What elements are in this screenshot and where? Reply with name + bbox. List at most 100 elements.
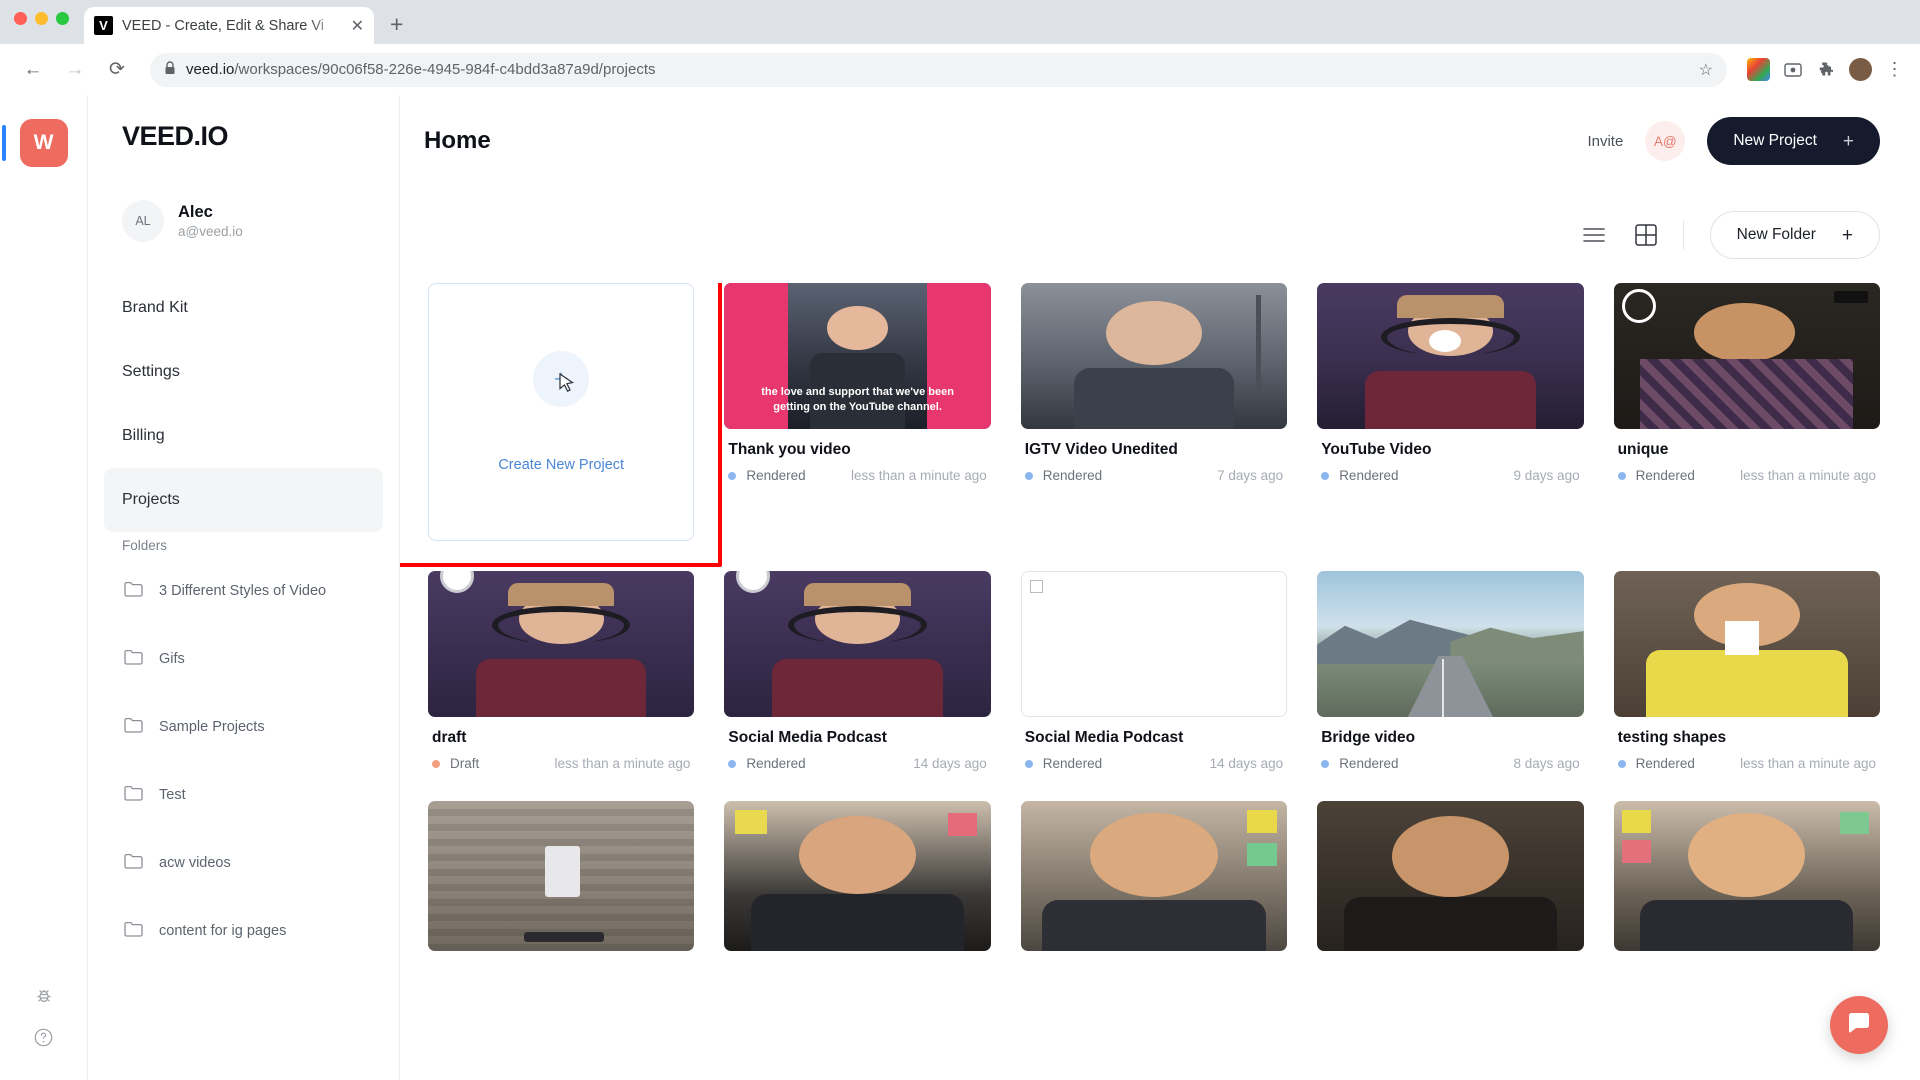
project-thumbnail: the love and support that we've been gett… — [724, 283, 991, 429]
project-card[interactable]: Bridge video Rendered 8 days ago — [1317, 571, 1584, 771]
extension-colorful-icon[interactable] — [1747, 58, 1770, 81]
extension-capture-icon[interactable] — [1781, 58, 1804, 81]
rail-bottom-icons — [33, 985, 54, 1048]
project-card[interactable]: Social Media Podcast Rendered 14 days ag… — [724, 571, 991, 771]
project-status-row: Draft less than a minute ago — [432, 756, 690, 771]
sidebar-folder-item[interactable]: content for ig pages — [104, 897, 383, 965]
project-thumbnail — [1020, 801, 1288, 951]
folder-label: Gifs — [159, 651, 185, 667]
browser-toolbar: ← → ⟳ veed.io/workspaces/90c06f58-226e-4… — [0, 44, 1920, 95]
sidebar-folder-item[interactable]: acw videos — [104, 829, 383, 897]
sidebar-folder-item[interactable]: Gifs — [104, 625, 383, 693]
minimize-window-button[interactable] — [35, 12, 48, 25]
help-icon[interactable] — [33, 1027, 54, 1048]
project-thumbnail — [1317, 283, 1584, 429]
sidebar-item-projects[interactable]: Projects — [104, 468, 383, 532]
page-title: Home — [424, 127, 491, 154]
back-button[interactable]: ← — [14, 51, 52, 89]
create-card-inner[interactable]: + Create New Project — [428, 283, 695, 541]
project-thumbnail — [428, 801, 695, 951]
toolbar-divider — [1682, 220, 1684, 250]
new-project-label: New Project — [1733, 132, 1817, 149]
close-window-button[interactable] — [14, 12, 27, 25]
profile-avatar[interactable] — [1849, 58, 1872, 81]
project-card[interactable]: testing shapes Rendered less than a minu… — [1613, 571, 1880, 771]
project-meta: YouTube Video Rendered 9 days ago — [1317, 429, 1583, 483]
sidebar-item-label: Settings — [122, 363, 180, 380]
project-card[interactable]: Social Media Podcast Rendered 14 days ag… — [1020, 571, 1288, 771]
sidebar-folder-item[interactable]: 3 Different Styles of Video — [104, 557, 383, 625]
sidebar-item-billing[interactable]: Billing — [104, 404, 383, 468]
view-toolbar: New Folder + — [400, 187, 1920, 283]
folder-icon — [124, 717, 143, 737]
project-timestamp: 9 days ago — [1513, 468, 1580, 483]
new-project-button[interactable]: New Project + — [1707, 117, 1880, 165]
chat-support-button[interactable] — [1830, 996, 1888, 1054]
project-status-row: Rendered 7 days ago — [1024, 468, 1283, 483]
folder-label: content for ig pages — [159, 923, 287, 939]
sidebar-folder-item[interactable]: Test — [104, 761, 383, 829]
project-timestamp: 14 days ago — [1209, 756, 1284, 771]
grid-view-icon[interactable] — [1634, 224, 1657, 246]
folder-label: acw videos — [159, 855, 231, 871]
project-status-row: Rendered less than a minute ago — [728, 468, 987, 483]
project-thumbnail — [1613, 571, 1880, 717]
folder-label: 3 Different Styles of Video — [159, 583, 327, 599]
workspace-rail: W — [0, 95, 88, 1080]
project-card[interactable] — [1613, 801, 1880, 951]
close-tab-icon[interactable]: ✕ — [351, 16, 364, 36]
extensions-puzzle-icon[interactable] — [1815, 58, 1838, 81]
project-status-row: Rendered less than a minute ago — [1617, 468, 1876, 483]
list-view-icon[interactable] — [1582, 227, 1605, 243]
status-dot — [1024, 471, 1033, 480]
sidebar-folder-item[interactable]: Sample Projects — [104, 693, 383, 761]
address-bar[interactable]: veed.io/workspaces/90c06f58-226e-4945-98… — [150, 52, 1727, 87]
project-thumbnail — [1317, 571, 1584, 717]
new-tab-button[interactable]: + — [390, 11, 403, 44]
create-new-project-card[interactable]: + Create New Project — [400, 283, 723, 567]
status-badge: Rendered — [746, 756, 806, 771]
status-dot — [432, 759, 440, 768]
project-card[interactable]: draft Draft less than a minute ago — [428, 571, 695, 771]
invite-button[interactable]: Invite — [1587, 133, 1623, 150]
user-name: Alec — [178, 202, 213, 221]
project-card[interactable] — [1317, 801, 1584, 951]
reload-button[interactable]: ⟳ — [98, 51, 136, 89]
workspace-badge[interactable]: W — [1, 119, 68, 167]
project-card[interactable] — [428, 801, 695, 951]
tab-strip: V VEED - Create, Edit & Share Vi ✕ + — [0, 0, 1920, 44]
sidebar-item-settings[interactable]: Settings — [104, 340, 383, 404]
bookmark-star-icon[interactable]: ☆ — [1699, 60, 1713, 80]
project-card[interactable]: IGTV Video Unedited Rendered 7 days ago — [1020, 283, 1288, 541]
forward-button[interactable]: → — [56, 51, 94, 89]
project-card[interactable] — [724, 801, 991, 951]
browser-menu-icon[interactable]: ⋮ — [1883, 58, 1906, 81]
status-badge: Rendered — [1635, 468, 1695, 483]
status-dot — [728, 471, 737, 480]
project-meta: Thank you video Rendered less than a min… — [724, 429, 990, 483]
project-card[interactable] — [1020, 801, 1288, 951]
project-card[interactable]: unique Rendered less than a minute ago — [1613, 283, 1880, 541]
maximize-window-button[interactable] — [56, 12, 69, 25]
tab-title: VEED - Create, Edit & Share Vi — [122, 17, 325, 34]
bug-icon[interactable] — [34, 985, 54, 1005]
new-folder-button[interactable]: New Folder + — [1709, 211, 1880, 259]
browser-tab[interactable]: V VEED - Create, Edit & Share Vi ✕ — [84, 7, 374, 44]
member-avatar[interactable]: A@ — [1645, 121, 1686, 161]
project-status-row: Rendered less than a minute ago — [1617, 756, 1876, 771]
main-content: Home Invite A@ New Project + New Folder … — [400, 95, 1920, 1080]
project-title: testing shapes — [1617, 729, 1727, 746]
folder-icon — [124, 853, 143, 873]
project-card[interactable]: the love and support that we've been gett… — [724, 283, 991, 541]
project-thumbnail — [1613, 801, 1880, 951]
project-meta: testing shapes Rendered less than a minu… — [1614, 717, 1880, 771]
sidebar-item-brand-kit[interactable]: Brand Kit — [104, 276, 383, 340]
user-email: a@veed.io — [178, 223, 243, 239]
project-timestamp: less than a minute ago — [1740, 756, 1876, 771]
user-profile[interactable]: AL Alec a@veed.io — [88, 152, 399, 242]
project-meta: Social Media Podcast Rendered 14 days ag… — [724, 717, 990, 771]
veed-logo[interactable]: VEED.IO — [88, 121, 399, 152]
project-card[interactable]: YouTube Video Rendered 9 days ago — [1317, 283, 1584, 541]
window-traffic-lights[interactable] — [14, 12, 69, 25]
status-dot — [728, 759, 737, 768]
